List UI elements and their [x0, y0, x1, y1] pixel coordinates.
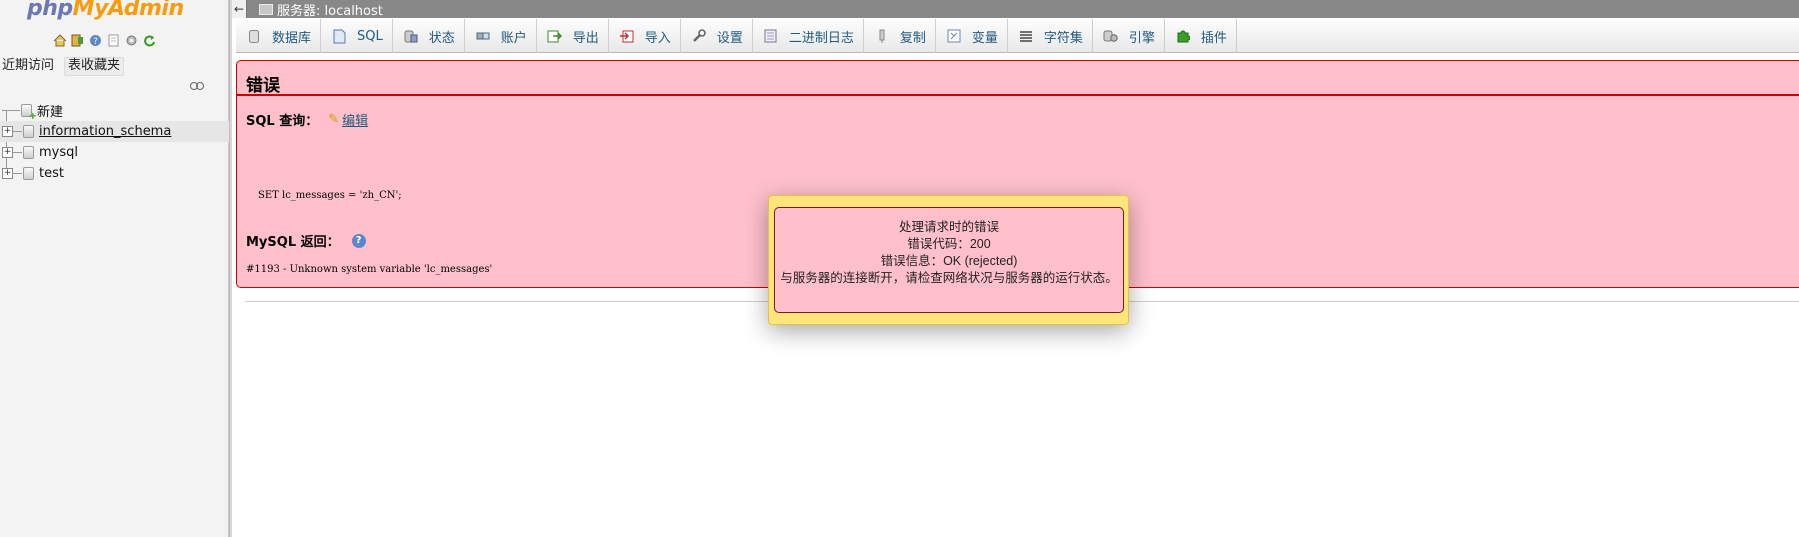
server-breadcrumb[interactable]: 服务器: localhost [277, 0, 383, 19]
database-icon [23, 167, 34, 180]
tab-label: 数据库 [272, 30, 312, 46]
tab-label: 字符集 [1043, 30, 1083, 46]
tab-settings[interactable]: 设置 [681, 19, 753, 53]
expand-icon[interactable]: + [2, 147, 13, 158]
tree-branch [13, 131, 22, 132]
phpmyadmin-logo[interactable]: phpMyAdmin [27, 0, 184, 21]
tab-accounts[interactable]: 账户 [465, 19, 537, 53]
replication-icon [874, 28, 890, 44]
tab-status[interactable]: 状态 [393, 19, 465, 53]
nav-resizer[interactable] [229, 0, 232, 537]
docs-icon[interactable] [106, 33, 121, 48]
tab-label: 变量 [971, 30, 998, 46]
tree-item-information-schema[interactable]: + information_schema [0, 121, 229, 142]
logo-text-php: php [27, 0, 73, 21]
binlog-icon [763, 28, 779, 44]
tab-label: SQL [357, 28, 383, 44]
tab-binary-log[interactable]: 二进制日志 [753, 19, 864, 53]
variables-icon [946, 28, 962, 44]
notification-line-code: 错误代码：200 [907, 237, 991, 251]
tree-item-label[interactable]: mysql [39, 145, 78, 160]
nav-tabs: 近期访问 表收藏夹 [0, 57, 125, 76]
server-breadcrumb-bar: ← 服务器: localhost [232, 0, 1799, 19]
notification-line-title: 处理请求时的错误 [898, 220, 999, 234]
notification-line-info: 错误信息：OK (rejected) [880, 254, 1018, 268]
tab-variables[interactable]: 变量 [936, 19, 1008, 53]
mysql-error-message: #1193 - Unknown system variable 'lc_mess… [246, 264, 493, 275]
expand-icon[interactable]: + [2, 126, 13, 137]
tab-label: 引擎 [1128, 30, 1155, 46]
database-icon [23, 146, 34, 159]
help-icon[interactable]: ? [351, 233, 366, 248]
tab-label: 插件 [1200, 30, 1227, 46]
help-icon[interactable]: ? [88, 33, 103, 48]
link-with-main-panel-icon[interactable] [190, 80, 204, 93]
tab-sql[interactable]: SQL [321, 19, 393, 53]
wrench-icon [691, 28, 707, 44]
tab-label: 复制 [899, 30, 926, 46]
settings-gear-icon[interactable] [124, 33, 139, 48]
logo-text-myadmin: MyAdmin [72, 0, 184, 21]
notification-message-box: 处理请求时的错误 错误代码：200 错误信息：OK (rejected) 与服务… [774, 207, 1124, 313]
sql-query-code: SET lc_messages = 'zh_CN'; [258, 190, 402, 201]
tree-item-label[interactable]: test [39, 166, 64, 181]
mysql-returned-label: MySQL 返回： [246, 235, 340, 250]
sql-query-heading: SQL 查询： ✎ 编辑 [246, 110, 368, 129]
home-icon[interactable] [52, 33, 67, 48]
tree-branch [13, 173, 22, 174]
back-arrow-icon[interactable]: ← [232, 0, 247, 18]
tree-branch [13, 152, 22, 153]
edit-query-link[interactable]: 编辑 [342, 110, 368, 129]
tree-item-label[interactable]: information_schema [39, 124, 171, 139]
tree-item-new[interactable]: 新建 [0, 100, 229, 122]
status-icon [403, 28, 419, 44]
tree-item-label[interactable]: 新建 [37, 101, 63, 120]
tab-databases[interactable]: 数据库 [236, 19, 322, 53]
expand-icon[interactable]: + [2, 168, 13, 179]
tab-charsets[interactable]: 字符集 [1008, 19, 1093, 53]
navigation-panel: phpMyAdmin ? 近期访问 表收藏夹 新建 [0, 0, 229, 537]
export-icon [547, 28, 563, 44]
server-icon [259, 3, 273, 15]
tree-branch [2, 110, 20, 111]
tab-label: 状态 [428, 30, 455, 46]
error-divider [237, 94, 1799, 96]
ajax-error-notification[interactable]: 处理请求时的错误 错误代码：200 错误信息：OK (rejected) 与服务… [768, 195, 1129, 325]
tab-label: 账户 [500, 30, 527, 46]
tree-item-test[interactable]: + test [0, 163, 229, 184]
tab-label: 导出 [572, 30, 599, 46]
logout-icon[interactable] [70, 33, 85, 48]
new-database-icon [21, 104, 37, 122]
notification-line-hint: 与服务器的连接断开，请检查网络状况与服务器的运行状态。 [780, 271, 1118, 285]
reload-icon[interactable] [142, 33, 157, 48]
pencil-icon[interactable]: ✎ [328, 112, 339, 127]
main-menu: 数据库 SQL 状态 账户 导出 导入 设置 二进制日志 复制 变量 字符集 引… [236, 19, 1799, 53]
tab-favorites[interactable]: 表收藏夹 [64, 57, 125, 76]
tab-import[interactable]: 导入 [609, 19, 681, 53]
tab-export[interactable]: 导出 [537, 19, 609, 53]
engine-icon [1103, 28, 1119, 44]
sql-icon [331, 28, 347, 44]
tab-replication[interactable]: 复制 [864, 19, 936, 53]
mysql-returned-heading: MySQL 返回： ? [246, 231, 366, 250]
tab-label: 二进制日志 [788, 30, 854, 46]
plugin-puzzle-icon [1175, 28, 1191, 44]
database-tree: 新建 + information_schema + mysql + test [0, 100, 229, 184]
users-icon [475, 28, 491, 44]
database-icon [23, 125, 34, 138]
sql-query-label: SQL 查询： [246, 114, 319, 129]
error-title: 错误 [246, 76, 280, 96]
tab-recent[interactable]: 近期访问 [0, 57, 58, 76]
tab-label: 设置 [716, 30, 743, 46]
tab-plugins[interactable]: 插件 [1165, 19, 1237, 53]
tab-engines[interactable]: 引擎 [1093, 19, 1165, 53]
tab-label: 导入 [644, 30, 671, 46]
database-icon [246, 28, 262, 44]
import-icon [619, 28, 635, 44]
svg-text:?: ? [93, 37, 98, 47]
charset-icon [1018, 28, 1034, 44]
tree-item-mysql[interactable]: + mysql [0, 142, 229, 163]
nav-icon-bar: ? [52, 33, 157, 48]
